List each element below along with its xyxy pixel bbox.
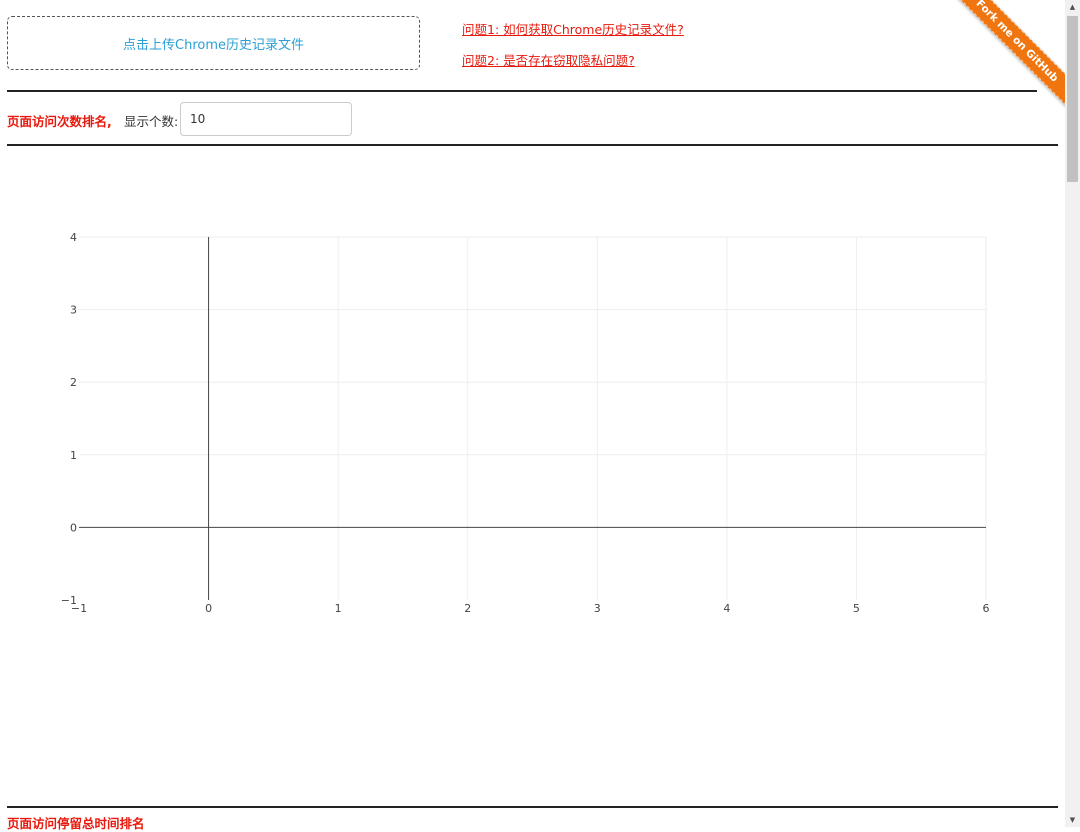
y-tick-label: −1 [61,594,77,607]
y-tick-label: 1 [70,449,77,462]
x-tick-label: 1 [335,602,342,615]
y-tick-label: 4 [70,231,77,244]
scroll-thumb[interactable] [1067,16,1078,182]
x-tick-label: 4 [723,602,730,615]
visit-count-chart[interactable]: −1 0 1 2 3 4 5 6−101234 [0,0,1060,800]
divider [7,806,1058,808]
y-tick-label: 2 [70,376,77,389]
y-tick-label: 0 [70,521,77,534]
scroll-down-icon[interactable]: ▼ [1065,813,1080,827]
x-tick-label: 6 [983,602,990,615]
y-tick-label: 3 [70,304,77,317]
x-tick-label: 0 [205,602,212,615]
section-title-visit-duration: 页面访问停留总时间排名 [7,816,145,831]
scroll-up-icon[interactable]: ▲ [1065,0,1080,14]
scrollbar[interactable]: ▲ ▼ [1065,0,1080,827]
x-tick-label: 2 [464,602,471,615]
x-tick-label: 3 [594,602,601,615]
x-tick-label: 5 [853,602,860,615]
